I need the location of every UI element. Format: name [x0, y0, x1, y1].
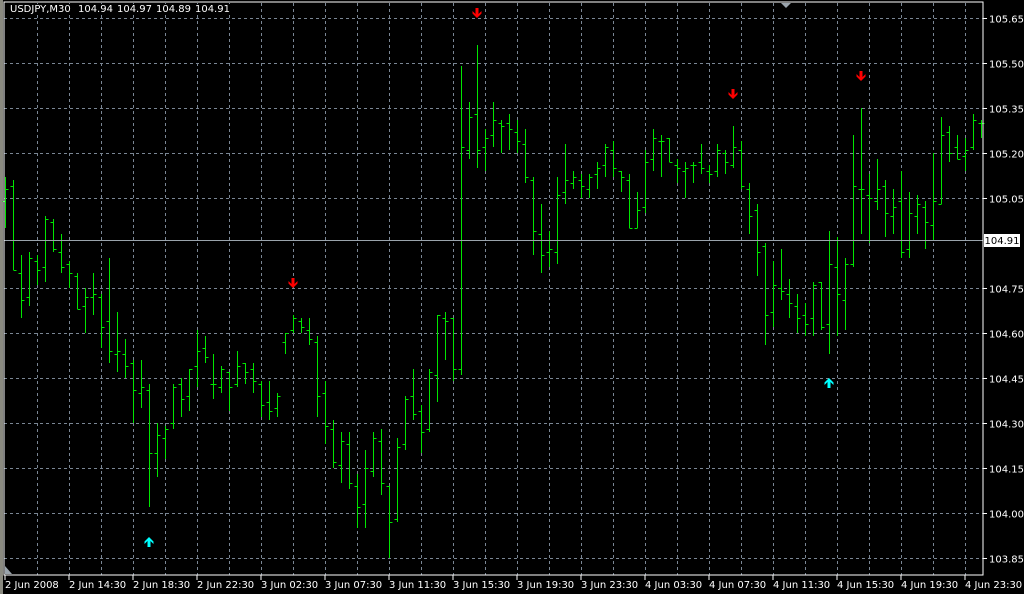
- header-low: 104.89: [155, 4, 191, 15]
- x-tick-label: 3 Jun 23:30: [581, 580, 638, 591]
- current-price-label: 104.91: [984, 234, 1020, 247]
- y-tick-label: 105.35: [989, 105, 1024, 116]
- chart-background: [0, 0, 1024, 594]
- y-tick-label: 104.15: [989, 465, 1024, 476]
- y-tick-label: 103.85: [989, 555, 1024, 566]
- header-open: 104.94: [77, 4, 113, 15]
- x-tick-label: 2 Jun 22:30: [197, 580, 254, 591]
- x-tick-label: 2 Jun 2008: [5, 580, 59, 591]
- x-tick-label: 2 Jun 18:30: [133, 580, 190, 591]
- current-price-text: 104.91: [985, 236, 1020, 247]
- x-tick-label: 4 Jun 03:30: [645, 580, 702, 591]
- y-tick-label: 105.50: [989, 60, 1024, 71]
- y-tick-label: 104.00: [989, 510, 1024, 521]
- y-tick-label: 105.20: [989, 150, 1024, 161]
- x-tick-label: 4 Jun 11:30: [773, 580, 830, 591]
- x-tick-label: 4 Jun 23:30: [965, 580, 1022, 591]
- x-tick-label: 4 Jun 15:30: [837, 580, 894, 591]
- header-high: 104.97: [116, 4, 152, 15]
- y-tick-label: 104.75: [989, 285, 1024, 296]
- window-left-edge: [0, 0, 3, 594]
- price-chart[interactable]: 105.65 105.50 105.35 105.20 105.05 104.75 104.…: [0, 0, 1024, 594]
- y-tick-label: 104.30: [989, 420, 1024, 431]
- y-tick-label: 104.45: [989, 375, 1024, 386]
- y-tick-label: 104.60: [989, 330, 1024, 341]
- x-tick-label: 3 Jun 15:30: [453, 580, 510, 591]
- header-close: 104.91: [194, 4, 230, 15]
- x-tick-label: 3 Jun 07:30: [325, 580, 382, 591]
- x-tick-label: 3 Jun 02:30: [261, 580, 318, 591]
- symbol-timeframe: USDJPY,M30: [10, 4, 71, 15]
- chart-header: USDJPY,M30 104.94 104.97 104.89 104.91: [8, 4, 236, 15]
- x-tick-label: 3 Jun 11:30: [389, 580, 446, 591]
- x-tick-label: 2 Jun 14:30: [69, 580, 126, 591]
- y-tick-label: 105.05: [989, 195, 1024, 206]
- x-tick-label: 4 Jun 19:30: [901, 580, 958, 591]
- y-tick-label: 105.65: [989, 15, 1024, 26]
- x-tick-label: 3 Jun 19:30: [517, 580, 574, 591]
- x-tick-label: 4 Jun 07:30: [709, 580, 766, 591]
